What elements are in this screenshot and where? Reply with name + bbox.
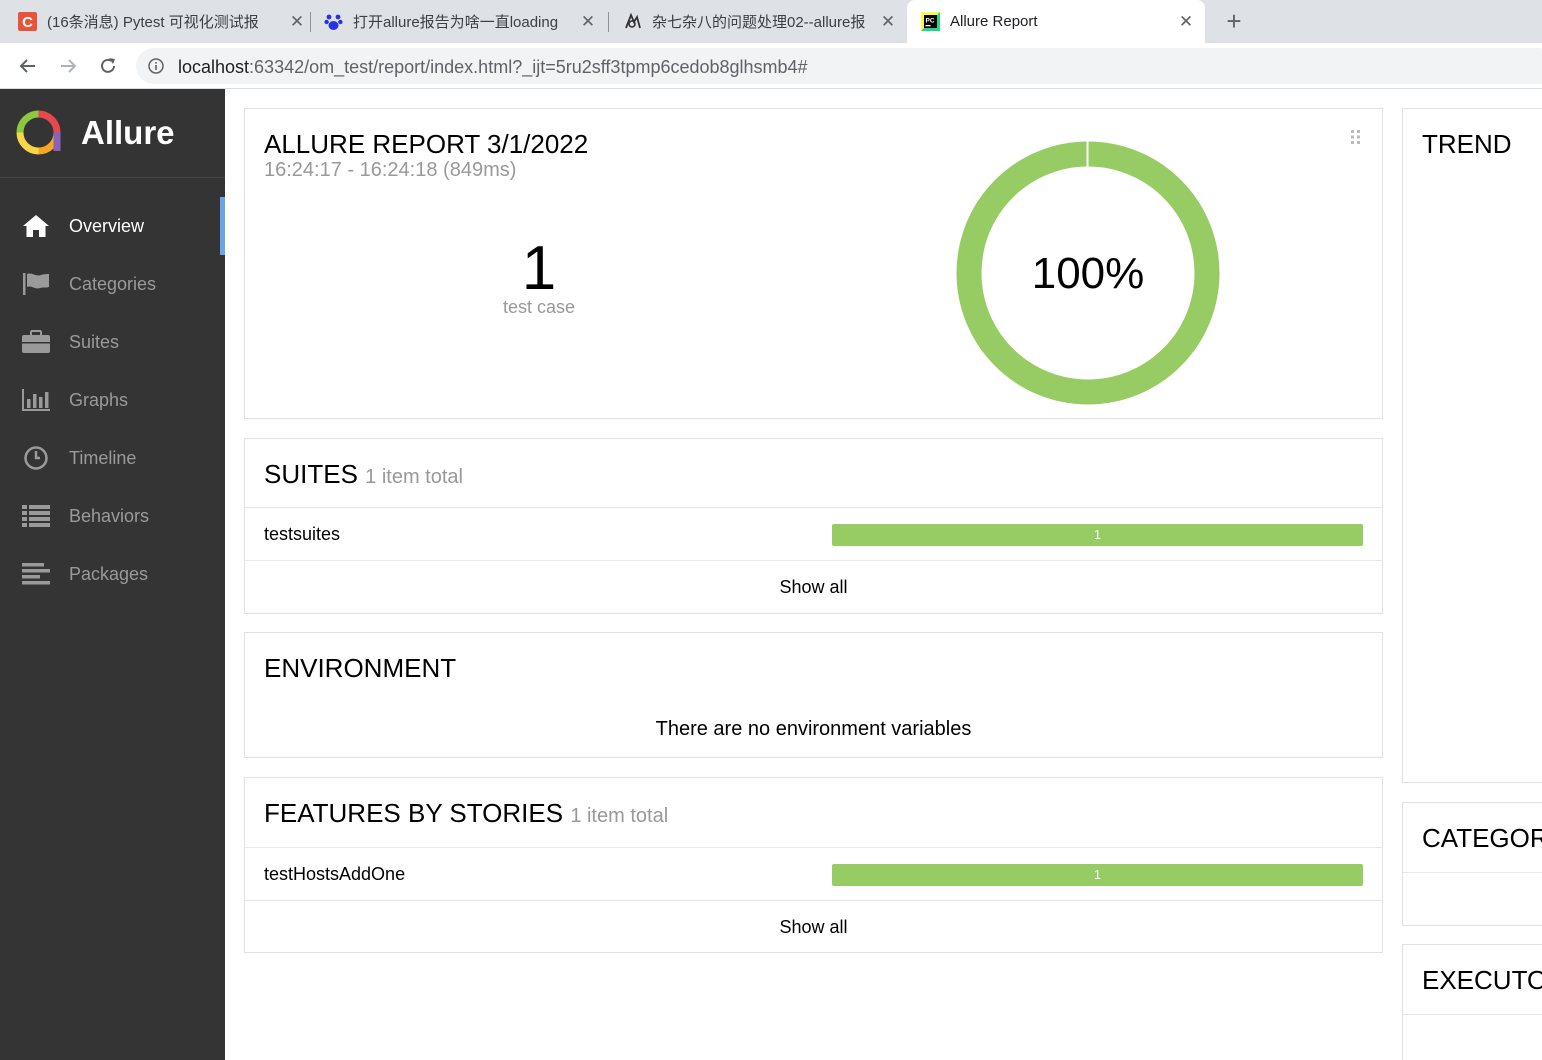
reload-button[interactable] (93, 51, 123, 81)
arrow-right-icon (61, 59, 77, 73)
report-dates: 16:24:17 - 16:24:18 (849ms) (264, 159, 517, 181)
site-favicon-icon (625, 12, 641, 29)
sidebar: Allure Overview Categories Suites Graphs (0, 89, 225, 1060)
svg-text:PC: PC (926, 18, 935, 25)
feature-passed-bar: 1 (832, 864, 1363, 886)
tab-title: 杂七杂八的问题处理02--allure报 (652, 14, 866, 31)
sidebar-item-graphs[interactable]: Graphs (0, 371, 225, 429)
trend-title: TREND (1422, 129, 1512, 159)
pycharm-favicon-icon: PC (921, 12, 940, 31)
home-icon (21, 213, 51, 239)
sidebar-item-label: Graphs (69, 389, 129, 410)
browser-tab[interactable]: 杂七杂八的问题处理02--allure报 ✕ (623, 0, 899, 43)
feature-name: testHostsAddOne (264, 864, 406, 884)
clock-icon (21, 445, 51, 471)
csdn-favicon-icon: C (18, 12, 37, 31)
executors-title: EXECUTO (1422, 965, 1542, 995)
sidebar-item-suites[interactable]: Suites (0, 313, 225, 371)
environment-widget: ENVIRONMENT There are no environment var… (244, 632, 1383, 758)
environment-empty-message: There are no environment variables (655, 718, 972, 740)
allure-logo-icon (16, 110, 61, 155)
url-text[interactable]: localhost:63342/om_test/report/index.htm… (178, 57, 808, 78)
address-bar[interactable]: localhost:63342/om_test/report/index.htm… (136, 48, 1542, 84)
tab-title: 打开allure报告为啥一直loading (353, 14, 559, 31)
executors-widget: EXECUTO (1402, 944, 1542, 1060)
browser-tab[interactable]: 打开allure报告为啥一直loading ✕ (324, 0, 599, 43)
report-title: ALLURE REPORT 3/1/2022 (264, 129, 589, 159)
sidebar-item-packages[interactable]: Packages (0, 545, 225, 603)
sidebar-item-label: Overview (69, 215, 145, 236)
close-tab-icon[interactable]: ✕ (286, 12, 308, 32)
forward-button[interactable] (53, 51, 83, 81)
feature-row[interactable]: testHostsAddOne 1 (245, 847, 1382, 900)
tab-separator (310, 12, 311, 32)
brand-name: Allure (81, 114, 175, 151)
reload-icon (101, 58, 115, 73)
brand[interactable]: Allure (0, 89, 225, 178)
tab-title: (16条消息) Pytest 可视化测试报 (47, 14, 259, 31)
features-widget: FEATURES BY STORIES 1 item total testHos… (244, 777, 1383, 953)
svg-text:C: C (22, 14, 33, 31)
suite-name: testsuites (264, 524, 341, 544)
suites-heading: SUITES 1 item total (264, 459, 463, 490)
suites-widget: SUITES 1 item total testsuites 1 Show al… (244, 438, 1383, 614)
environment-title: ENVIRONMENT (264, 653, 457, 683)
bar-chart-icon (21, 387, 51, 413)
briefcase-icon (21, 329, 51, 355)
browser-tab[interactable]: C (16条消息) Pytest 可视化测试报 ✕ (18, 0, 308, 43)
suite-passed-bar: 1 (832, 524, 1363, 546)
browser-toolbar: localhost:63342/om_test/report/index.htm… (0, 43, 1542, 89)
sidebar-item-label: Timeline (69, 447, 137, 468)
suite-row[interactable]: testsuites 1 (245, 507, 1382, 560)
close-tab-icon[interactable]: ✕ (1175, 12, 1197, 32)
info-icon[interactable] (148, 58, 164, 74)
donut-seam (1086, 140, 1089, 168)
pass-percent: 100% (1031, 249, 1145, 298)
sidebar-item-label: Suites (69, 331, 120, 352)
sidebar-item-timeline[interactable]: Timeline (0, 429, 225, 487)
arrow-left-icon (19, 59, 35, 73)
browser-tab-active[interactable]: PC Allure Report ✕ (907, 0, 1205, 43)
main-content: ALLURE REPORT 3/1/2022 16:24:17 - 16:24:… (225, 89, 1542, 1060)
features-show-all-link[interactable]: Show all (245, 900, 1382, 952)
align-left-icon (21, 561, 51, 587)
sidebar-item-label: Behaviors (69, 505, 150, 526)
divider (1403, 1014, 1542, 1015)
baidu-paw-icon (324, 14, 343, 30)
sidebar-item-label: Packages (69, 563, 149, 584)
features-heading: FEATURES BY STORIES 1 item total (264, 798, 668, 829)
flag-icon (21, 271, 51, 297)
sidebar-item-categories[interactable]: Categories (0, 255, 225, 313)
tab-separator (608, 12, 609, 32)
test-case-count: 1 (521, 234, 557, 303)
features-subtitle: 1 item total (570, 805, 669, 827)
list-icon (21, 503, 51, 529)
summary-widget: ALLURE REPORT 3/1/2022 16:24:17 - 16:24:… (244, 108, 1383, 419)
browser-tab-bar: C (16条消息) Pytest 可视化测试报 ✕ 打开allure报告为啥一直… (0, 0, 1542, 43)
sidebar-item-overview[interactable]: Overview (0, 197, 225, 255)
close-tab-icon[interactable]: ✕ (877, 12, 899, 32)
sidebar-item-behaviors[interactable]: Behaviors (0, 487, 225, 545)
new-tab-button[interactable]: + (1220, 6, 1248, 36)
categories-title: CATEGOR (1422, 823, 1542, 853)
categories-widget: CATEGOR (1402, 802, 1542, 926)
url-host: localhost (178, 57, 250, 77)
sidebar-nav: Overview Categories Suites Graphs Timeli… (0, 197, 225, 603)
sidebar-item-label: Categories (69, 273, 157, 294)
test-case-label: test case (502, 297, 576, 317)
suites-subtitle: 1 item total (365, 466, 463, 488)
tab-title: Allure Report (950, 13, 1038, 30)
drag-handle-icon[interactable] (1350, 129, 1362, 145)
trend-widget: TREND (1402, 108, 1542, 783)
back-button[interactable] (13, 51, 43, 81)
suites-title: SUITES (264, 459, 358, 489)
suites-show-all-link[interactable]: Show all (245, 560, 1382, 612)
features-title: FEATURES BY STORIES (264, 798, 564, 828)
url-path: :63342/om_test/report/index.html?_ijt=5r… (249, 57, 808, 77)
divider (1403, 872, 1542, 873)
close-tab-icon[interactable]: ✕ (577, 12, 599, 32)
